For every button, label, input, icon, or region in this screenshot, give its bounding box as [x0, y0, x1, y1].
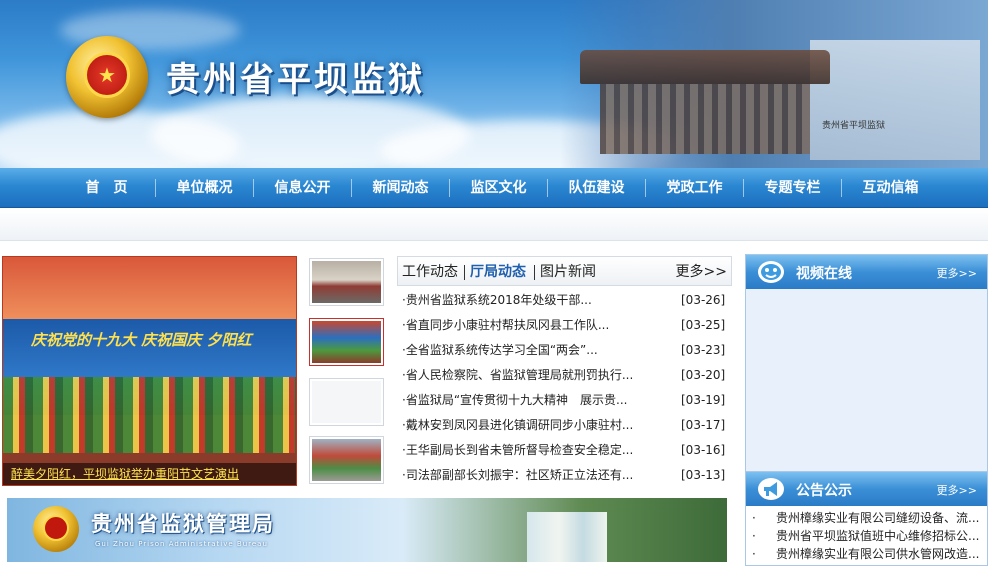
featured-slideshow[interactable]: 庆祝党的十九大 庆祝国庆 夕阳红 醉美夕阳红，平坝监狱举办重阳节文艺演出	[2, 256, 297, 486]
nav-item-disclosure[interactable]: 信息公开	[254, 168, 351, 208]
news-item[interactable]: ·司法部副部长刘振宇：社区矫正立法还有... [03-13]	[397, 463, 732, 488]
slide-thumbnail[interactable]	[309, 378, 384, 426]
news-title[interactable]: ·全省监狱系统传达学习全国“两会”...	[402, 338, 598, 363]
video-panel-header: 视频在线 更多>>	[746, 255, 987, 289]
main-nav: 首 页 单位概况 信息公开 新闻动态 监区文化 队伍建设 党政工作 专题专栏 互…	[0, 168, 988, 208]
news-panel: 工作动态 厅局动态 图片新闻 更多>> ·贵州省监狱系统2018年处级干部...…	[397, 256, 732, 488]
news-title[interactable]: ·省人民检察院、省监狱管理局就刑罚执行...	[402, 363, 633, 388]
video-panel-title: 视频在线	[796, 266, 852, 282]
nav-item-home[interactable]: 首 页	[58, 168, 155, 208]
news-item[interactable]: ·戴林安到凤冈县进化镇调研同步小康驻村... [03-17]	[397, 413, 732, 438]
video-panel: 视频在线 更多>>	[745, 254, 988, 474]
news-title[interactable]: ·贵州省监狱系统2018年处级干部...	[402, 288, 592, 313]
header-banner: 贵州省平坝监狱 ★ 贵州省平坝监狱	[0, 0, 988, 168]
notice-item[interactable]: · 贵州樟缘实业有限公司供水管网改造...	[746, 545, 987, 563]
tab-bureau-news[interactable]: 厅局动态	[470, 262, 526, 282]
page: 贵州省平坝监狱 ★ 贵州省平坝监狱 首 页 单位概况 信息公开 新闻动态 监区文…	[0, 0, 988, 571]
emblem-center	[43, 515, 69, 541]
notice-title[interactable]: 贵州省平坝监狱值班中心维修招标公...	[776, 527, 979, 545]
bullet-icon: ·	[752, 547, 756, 561]
notice-item[interactable]: · 贵州樟缘实业有限公司缝纫设备、流...	[746, 509, 987, 527]
nav-item-news[interactable]: 新闻动态	[352, 168, 449, 208]
nav-item-team[interactable]: 队伍建设	[548, 168, 645, 208]
news-title[interactable]: ·司法部副部长刘振宇：社区矫正立法还有...	[402, 463, 633, 488]
news-item[interactable]: ·省人民检察院、省监狱管理局就刑罚执行... [03-20]	[397, 363, 732, 388]
tab-separator	[464, 265, 465, 280]
site-title: 贵州省平坝监狱	[166, 60, 425, 100]
tab-work-news[interactable]: 工作动态	[402, 262, 458, 282]
notice-panel-title: 公告公示	[796, 483, 852, 499]
prison-wall	[810, 40, 980, 160]
police-emblem-icon: ★	[66, 36, 148, 118]
ad-title: 贵州省监狱管理局	[91, 511, 275, 536]
news-date: [03-19]	[681, 393, 726, 407]
news-date: [03-26]	[681, 293, 726, 307]
news-date: [03-16]	[681, 443, 726, 457]
news-item[interactable]: ·省监狱局“宣传贯彻十九大精神 展示贵... [03-19]	[397, 388, 732, 413]
bureau-ad-banner[interactable]: 贵州省监狱管理局 Gui Zhou Prison Administrative …	[7, 498, 727, 562]
news-title[interactable]: ·省直同步小康驻村帮扶凤冈县工作队...	[402, 313, 609, 338]
chat-bubble-icon	[758, 261, 784, 283]
slide-thumbnail-active[interactable]	[309, 318, 384, 366]
notice-list: · 贵州樟缘实业有限公司缝纫设备、流... · 贵州省平坝监狱值班中心维修招标公…	[746, 506, 987, 563]
nav-item-party[interactable]: 党政工作	[646, 168, 743, 208]
subnav-strip	[0, 209, 988, 241]
prison-gate-photo: 贵州省平坝监狱	[560, 0, 988, 168]
thumbnail-image	[312, 439, 381, 481]
thumbnail-image	[312, 381, 381, 423]
notice-more-link[interactable]: 更多>>	[937, 482, 977, 498]
bullet-icon: ·	[752, 511, 756, 525]
notice-item[interactable]: · 贵州省平坝监狱值班中心维修招标公...	[746, 527, 987, 545]
ad-subtitle: Gui Zhou Prison Administrative Bureau	[95, 540, 268, 548]
notice-panel: 公告公示 更多>> · 贵州樟缘实业有限公司缝纫设备、流... · 贵州省平坝监…	[745, 471, 988, 566]
thumbnail-image	[312, 321, 381, 363]
news-date: [03-13]	[681, 468, 726, 482]
news-date: [03-25]	[681, 318, 726, 332]
nav-item-culture[interactable]: 监区文化	[450, 168, 547, 208]
notice-title[interactable]: 贵州樟缘实业有限公司供水管网改造...	[776, 545, 979, 563]
nav-item-about[interactable]: 单位概况	[156, 168, 253, 208]
gate-body	[600, 84, 810, 154]
nav-item-topics[interactable]: 专题专栏	[744, 168, 841, 208]
news-title[interactable]: ·戴林安到凤冈县进化镇调研同步小康驻村...	[402, 413, 633, 438]
news-date: [03-23]	[681, 343, 726, 357]
news-item[interactable]: ·王华副局长到省未管所督导检查安全稳定... [03-16]	[397, 438, 732, 463]
video-more-link[interactable]: 更多>>	[937, 265, 977, 281]
thumbnail-image	[312, 261, 381, 303]
megaphone-icon	[758, 478, 784, 500]
police-emblem-icon	[33, 506, 79, 552]
slide-thumbnail[interactable]	[309, 436, 384, 484]
slide-caption-link[interactable]: 醉美夕阳红，平坝监狱举办重阳节文艺演出	[11, 465, 239, 482]
news-item[interactable]: ·省直同步小康驻村帮扶凤冈县工作队... [03-25]	[397, 313, 732, 338]
emblem-center: ★	[84, 52, 130, 98]
star-icon: ★	[98, 63, 116, 87]
slide-background	[3, 257, 296, 319]
news-date: [03-20]	[681, 368, 726, 382]
news-tab-bar: 工作动态 厅局动态 图片新闻 更多>>	[397, 256, 732, 286]
nav-list: 首 页 单位概况 信息公开 新闻动态 监区文化 队伍建设 党政工作 专题专栏 互…	[58, 168, 939, 208]
tab-photo-news[interactable]: 图片新闻	[540, 262, 596, 282]
news-title[interactable]: ·王华副局长到省未管所督导检查安全稳定...	[402, 438, 633, 463]
news-item[interactable]: ·贵州省监狱系统2018年处级干部... [03-26]	[397, 288, 732, 313]
bullet-icon: ·	[752, 529, 756, 543]
nav-item-mailbox[interactable]: 互动信箱	[842, 168, 939, 208]
slide-thumbnail[interactable]	[309, 258, 384, 306]
news-more-link[interactable]: 更多>>	[676, 262, 727, 282]
waterfall-image	[527, 512, 607, 562]
gate-sign: 贵州省平坝监狱	[822, 121, 886, 131]
gate-roof	[580, 50, 830, 84]
news-title[interactable]: ·省监狱局“宣传贯彻十九大精神 展示贵...	[402, 388, 627, 413]
notice-title[interactable]: 贵州樟缘实业有限公司缝纫设备、流...	[776, 509, 979, 527]
slide-banner-text: 庆祝党的十九大 庆祝国庆 夕阳红	[31, 331, 252, 349]
news-item[interactable]: ·全省监狱系统传达学习全国“两会”... [03-23]	[397, 338, 732, 363]
notice-panel-header: 公告公示 更多>>	[746, 472, 987, 506]
news-list: ·贵州省监狱系统2018年处级干部... [03-26] ·省直同步小康驻村帮扶…	[397, 288, 732, 488]
news-date: [03-17]	[681, 418, 726, 432]
tab-separator	[534, 265, 535, 280]
